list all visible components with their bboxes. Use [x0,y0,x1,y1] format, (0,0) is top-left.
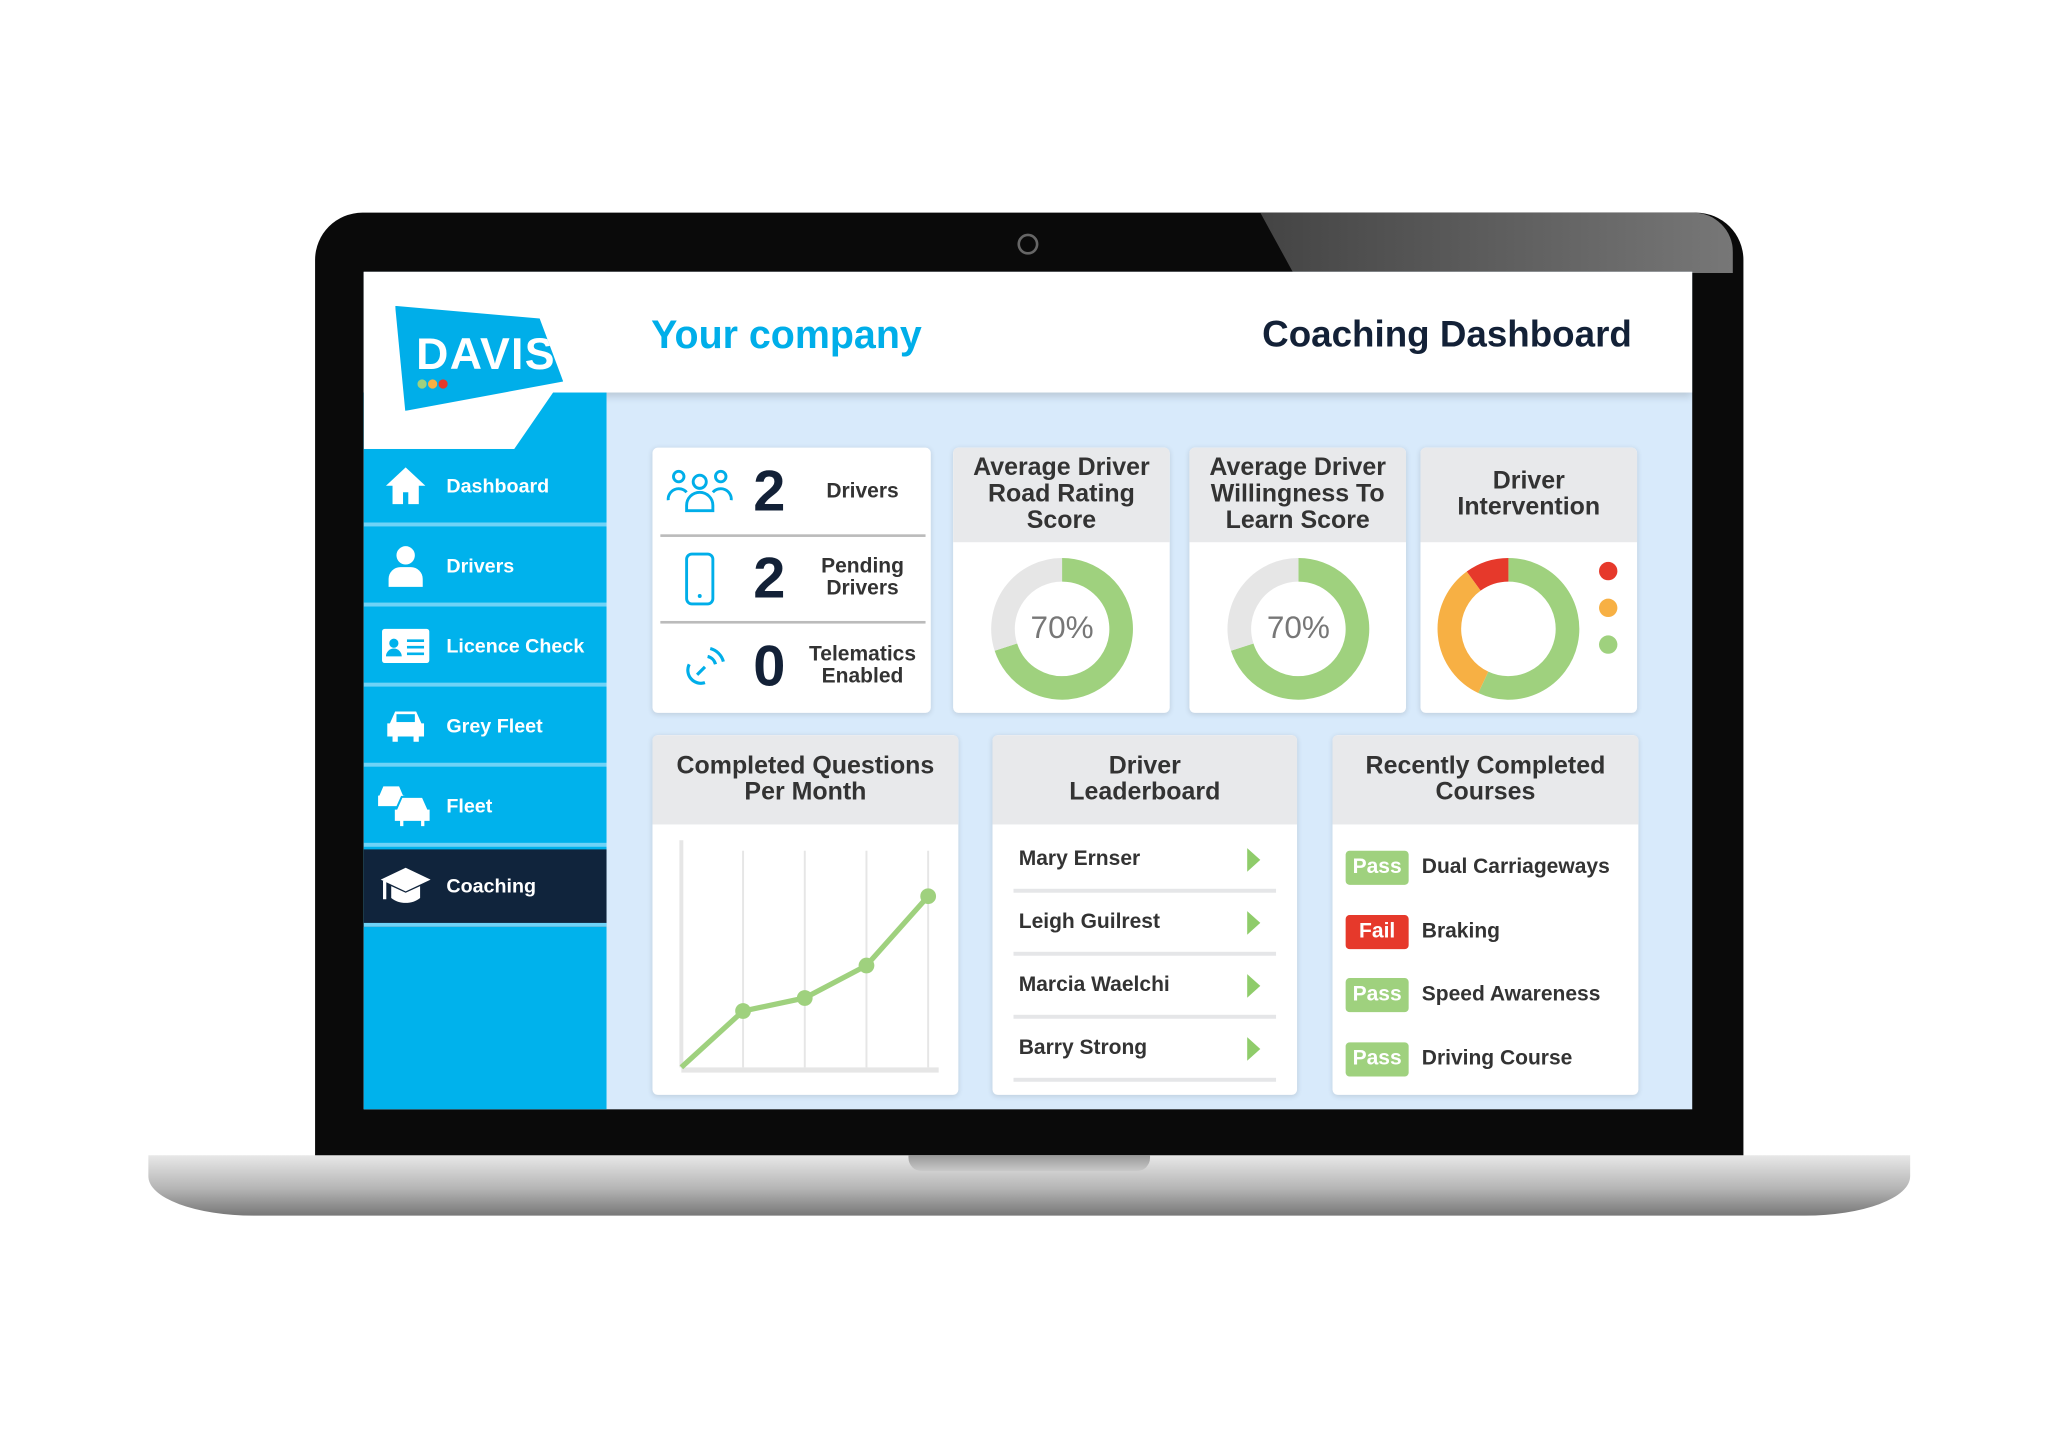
id-card-icon [364,628,447,665]
intervention-segment [1478,557,1580,700]
course-item[interactable]: Pass Driving Course [1345,1041,1573,1076]
sidebar-item-grey-fleet[interactable]: Grey Fleet [363,689,607,767]
home-icon [364,465,447,507]
course-item[interactable]: Pass Speed Awareness [1345,978,1601,1013]
driver-name: Barry Strong [1018,1036,1148,1059]
status-badge: Pass [1345,978,1409,1013]
intervention-donut [1437,557,1618,700]
chevron-right-icon[interactable] [1247,910,1261,935]
sidebar-item-fleet[interactable]: Fleet [363,769,607,847]
intervention-card: Driver Intervention [1420,447,1638,713]
sidebar-item-label: Licence Check [446,634,585,658]
stat-drivers[interactable]: 2 Drivers [660,450,926,537]
leaderboard-item[interactable]: Mary Ernser [1013,830,1277,893]
data-point [920,888,937,905]
leaderboard-card: Driver Leaderboard Mary Ernser Leigh Guil… [992,735,1298,1095]
stat-label: Drivers [826,479,899,503]
logo-text: DAVIS [416,329,556,380]
graduation-cap-icon [364,865,447,907]
chevron-right-icon[interactable] [1247,973,1261,998]
sidebar-item-label: Grey Fleet [446,714,543,738]
card-title: Average Driver Road Rating Score [953,447,1170,543]
course-name: Dual Carriageways [1421,855,1610,879]
person-icon [364,544,447,589]
status-badge: Pass [1345,850,1409,885]
gauge-label: 70% [1267,609,1330,645]
stat-value: 2 [753,546,786,611]
sidebar-item-label: Fleet [446,794,493,818]
sidebar-item-licence-check[interactable]: Licence Check [363,609,607,687]
phone-icon [685,552,715,606]
driver-name: Leigh Guilrest [1018,910,1160,933]
company-name: Your company [651,313,922,358]
dashboard-screen: Your company Coaching Dashboard Dashboar… [363,271,1693,1110]
course-name: Braking [1421,919,1500,942]
intervention-segment [1466,557,1510,591]
data-point [858,957,875,974]
screen-glare [1260,212,1733,274]
sidebar-item-label: Dashboard [446,474,550,497]
leaderboard-item[interactable]: Marcia Waelchi [1013,956,1277,1019]
stat-telematics[interactable]: 0 Telematics Enabled [660,624,925,711]
card-title: Driver Intervention [1420,447,1638,543]
cars-icon [364,782,447,829]
driver-name: Marcia Waelchi [1018,973,1170,996]
sidebar: Dashboard Drivers Licence Check Grey Fleet F… [363,392,607,1110]
card-title: Driver Leaderboard [992,735,1298,825]
stat-label: Telematics Enabled [809,643,917,688]
legend-dot [1599,635,1618,654]
stat-value: 2 [753,459,786,524]
davis-logo[interactable]: DAVIS [395,305,564,411]
stat-label: Pending Drivers [821,555,904,600]
chart-title: Completed Questions Per Month [652,735,959,825]
leaderboard-item[interactable]: Leigh Guilrest [1013,893,1277,956]
sidebar-item-drivers[interactable]: Drivers [363,529,607,607]
gauge-label: 70% [1031,609,1094,645]
satellite-icon [686,647,725,685]
willingness-card: Average Driver Willingness To Learn Scor… [1189,447,1407,713]
group-icon [666,469,733,513]
road-rating-card: Average Driver Road Rating Score 70% [953,447,1170,713]
laptop-notch [908,1155,1151,1172]
data-point [796,990,813,1006]
course-item[interactable]: Pass Dual Carriageways [1345,850,1610,885]
course-item[interactable]: Fail Braking [1345,914,1500,949]
questions-chart-card: Completed Questions Per Month [652,735,959,1095]
sidebar-item-dashboard[interactable]: Dashboard [363,449,607,527]
card-title: Average Driver Willingness To Learn Scor… [1189,447,1407,543]
stats-card: 2 Drivers 2 Pending Drivers 0 Telematics… [652,447,931,713]
sidebar-item-label: Coaching [446,874,537,898]
page-title: Coaching Dashboard [1262,313,1632,355]
course-name: Speed Awareness [1421,983,1601,1006]
chevron-right-icon[interactable] [1247,1036,1261,1061]
stat-value: 0 [753,634,786,699]
questions-line-chart [679,840,939,1073]
road-rating-donut: 70% [991,557,1133,700]
leaderboard-item[interactable]: Barry Strong [1013,1019,1277,1082]
status-badge: Fail [1345,914,1409,949]
status-badge: Pass [1345,1041,1409,1076]
willingness-donut: 70% [1227,557,1370,700]
legend-dot [1599,561,1618,581]
sidebar-item-coaching[interactable]: Coaching [363,849,607,927]
driver-name: Mary Ernser [1018,847,1141,870]
data-point [735,1003,751,1019]
stat-pending-drivers[interactable]: 2 Pending Drivers [660,537,926,624]
car-icon [364,708,447,745]
camera-icon [1017,233,1039,255]
sidebar-item-label: Drivers [446,554,515,577]
card-title: Recently Completed Courses [1332,735,1639,825]
intervention-segment [1437,571,1489,693]
courses-card: Recently Completed Courses Pass Dual Carr… [1332,735,1639,1095]
course-name: Driving Course [1421,1046,1573,1070]
chevron-right-icon[interactable] [1247,847,1261,872]
legend-dot [1599,598,1618,618]
